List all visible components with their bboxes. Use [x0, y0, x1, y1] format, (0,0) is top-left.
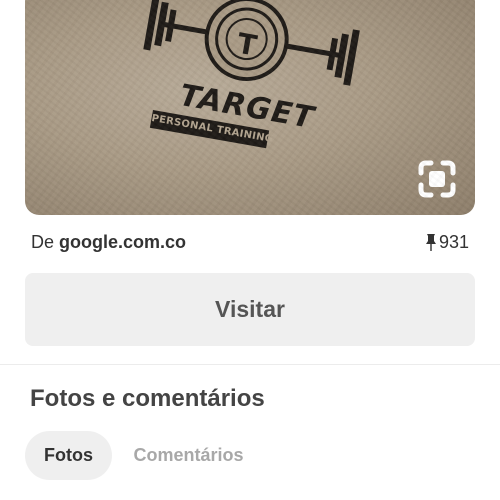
pin-detail-page: T TARGET PERSONAL TRAINING De google.com…: [0, 0, 500, 500]
pin-source-row: De google.com.co 931: [31, 230, 469, 254]
save-count-value: 931: [438, 232, 469, 252]
photos-comments-title: Fotos e comentários: [30, 385, 265, 412]
tab-comments[interactable]: Comentários: [116, 431, 261, 480]
pin-image[interactable]: T TARGET PERSONAL TRAINING: [25, 0, 475, 215]
save-count: 931: [425, 230, 469, 254]
section-divider: [0, 364, 500, 365]
source-prefix: De: [31, 232, 55, 252]
tab-photos[interactable]: Fotos: [25, 431, 112, 480]
visual-search-icon[interactable]: [417, 159, 457, 199]
source-domain-link[interactable]: google.com.co: [59, 232, 186, 252]
visit-button[interactable]: Visitar: [25, 273, 475, 346]
pushpin-icon: [425, 234, 436, 251]
